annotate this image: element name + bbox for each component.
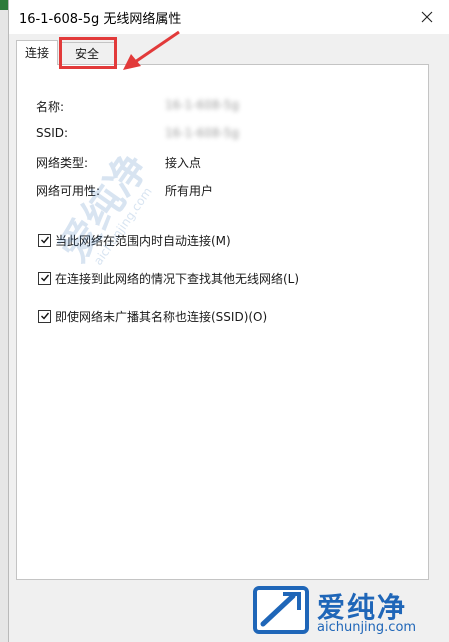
connect-hidden-network-option[interactable]: 即使网络未广播其名称也连接(SSID)(O) <box>38 308 267 324</box>
tab-connection[interactable]: 连接 <box>16 40 58 65</box>
connect-hidden-network-checkbox[interactable] <box>38 309 51 323</box>
network-type-label: 网络类型: <box>36 156 89 170</box>
ssid-label: SSID: <box>36 126 69 140</box>
wireless-properties-dialog: 16-1-608-5g 无线网络属性 连接 安全 名称: 16-1-608-5g… <box>8 0 449 642</box>
aichunjing-logo-icon <box>253 586 309 634</box>
connection-tab-panel: 名称: 16-1-608-5g SSID: 16-1-608-5g 网络类型: … <box>16 64 429 580</box>
network-type-value: 接入点 <box>165 156 202 170</box>
title-bar: 16-1-608-5g 无线网络属性 <box>9 0 449 34</box>
name-value: 16-1-608-5g <box>165 98 240 112</box>
ssid-value: 16-1-608-5g <box>165 126 240 140</box>
name-label: 名称: <box>36 100 65 114</box>
window-title: 16-1-608-5g 无线网络属性 <box>19 12 182 27</box>
close-button[interactable] <box>405 0 449 34</box>
security-tab-highlight <box>59 37 117 69</box>
connect-hidden-network-label: 即使网络未广播其名称也连接(SSID)(O) <box>55 309 268 324</box>
network-availability-value: 所有用户 <box>165 184 214 198</box>
arrow-icon <box>123 30 180 70</box>
look-for-other-networks-option[interactable]: 在连接到此网络的情况下查找其他无线网络(L) <box>38 270 299 286</box>
checkmark-icon <box>40 312 49 320</box>
auto-connect-checkbox[interactable] <box>38 233 51 247</box>
watermark-brand-url: aichunjing.com <box>317 620 417 635</box>
checkmark-icon <box>40 274 49 282</box>
close-icon <box>421 11 433 23</box>
auto-connect-option[interactable]: 当此网络在范围内时自动连接(M) <box>38 232 231 248</box>
look-for-other-networks-checkbox[interactable] <box>38 271 51 285</box>
network-availability-label: 网络可用性: <box>36 184 101 198</box>
auto-connect-label: 当此网络在范围内时自动连接(M) <box>55 233 231 248</box>
look-for-other-networks-label: 在连接到此网络的情况下查找其他无线网络(L) <box>55 271 300 286</box>
checkmark-icon <box>40 236 49 244</box>
watermark-logo: 爱纯净 aichunjing.com <box>253 584 445 638</box>
